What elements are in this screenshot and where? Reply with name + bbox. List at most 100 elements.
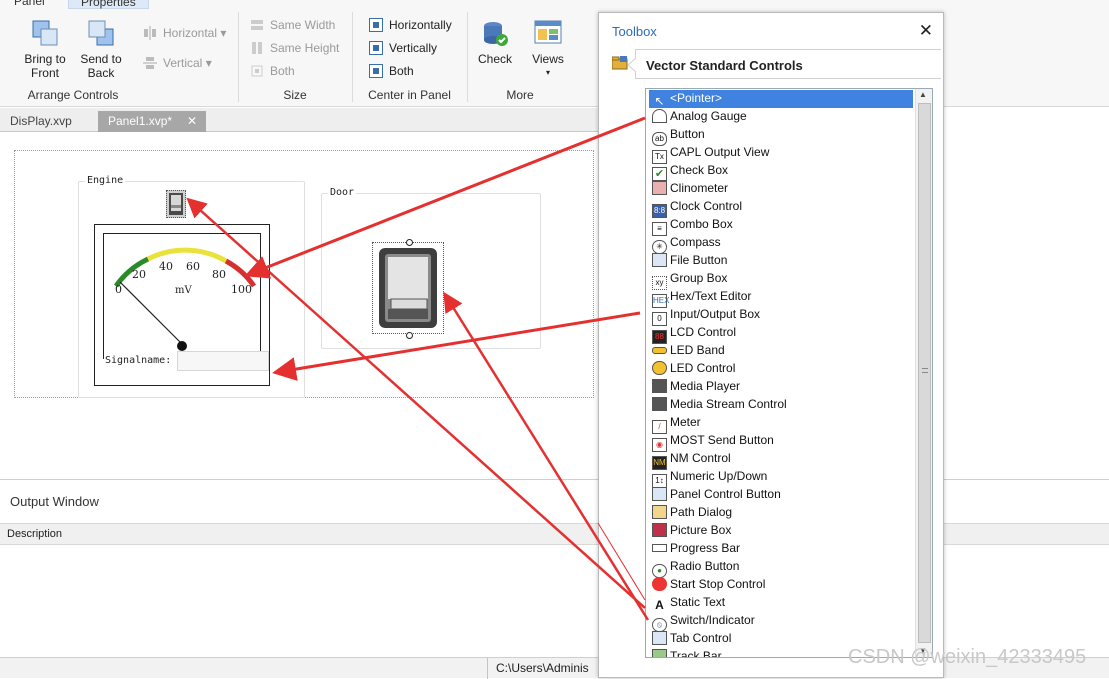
list-item-button[interactable]: ab Button — [652, 126, 705, 146]
start-stop-icon — [652, 577, 667, 591]
track-bar-icon — [652, 649, 667, 657]
list-item-label: Media Stream Control — [670, 397, 787, 411]
resize-handle[interactable] — [406, 239, 413, 246]
check-icon — [484, 22, 508, 46]
list-item-tab-control[interactable]: Tab Control — [652, 630, 731, 648]
list-item-capl-output-view[interactable]: Tx CAPL Output View — [652, 144, 769, 164]
list-item-most-send-button[interactable]: ◉ MOST Send Button — [652, 432, 774, 452]
list-item-combo-box[interactable]: ≡ Combo Box — [652, 216, 733, 236]
panel-canvas[interactable]: Engine 0 20 40 60 80 100 mV Signalname: … — [14, 150, 594, 398]
list-item-compass[interactable]: ✳ Compass — [652, 234, 721, 254]
list-item-radio-button[interactable]: ● Radio Button — [652, 558, 739, 578]
tab-panel1-xvp[interactable]: Panel1.xvp* ✕ — [98, 111, 206, 132]
tab-panel[interactable]: Panel — [2, 0, 57, 9]
list-item-pointer[interactable]: ↖ <Pointer> — [649, 90, 913, 108]
same-both-label: Both — [270, 64, 295, 78]
door-group-label: Door — [328, 187, 357, 198]
list-item-label: Static Text — [670, 595, 726, 609]
list-item-path-dialog[interactable]: Path Dialog — [652, 504, 732, 522]
list-item-check-box[interactable]: ✔ Check Box — [652, 162, 728, 181]
bring-to-front-button[interactable]: Bring to Front — [20, 18, 70, 80]
scrollbar-thumb[interactable] — [918, 103, 931, 643]
list-item-media-player[interactable]: Media Player — [652, 378, 740, 396]
media-stream-icon — [652, 397, 667, 411]
list-item-input-output-box[interactable]: 0 Input/Output Box — [652, 306, 760, 326]
switch-indicator-icon — [379, 248, 437, 328]
status-divider — [487, 658, 488, 679]
document-tabs: DisPlay.xvp Panel1.xvp* ✕ — [0, 108, 600, 132]
list-item-start-stop-control[interactable]: Start Stop Control — [652, 576, 765, 594]
list-item-meter[interactable]: / Meter — [652, 414, 701, 434]
list-item-label: Picture Box — [670, 523, 732, 537]
list-item-group-box[interactable]: xy Group Box — [652, 270, 728, 290]
center-horizontally-button[interactable]: Horizontally — [369, 16, 452, 34]
list-item-media-stream-control[interactable]: Media Stream Control — [652, 396, 787, 414]
engine-group-box[interactable]: Engine 0 20 40 60 80 100 mV Signalname: — [78, 175, 305, 398]
analog-gauge-icon — [652, 109, 667, 123]
list-item-analog-gauge[interactable]: Analog Gauge — [652, 108, 747, 126]
same-width-button[interactable]: Same Width — [250, 16, 335, 34]
category-folder-icon[interactable] — [611, 56, 628, 70]
horizontal-align-button[interactable]: Horizontal ▾ — [143, 24, 226, 42]
toolbox-control-list[interactable]: ↖ <Pointer> Analog Gauge ab Button Tx CAPL … — [645, 88, 933, 658]
file-button-icon — [652, 253, 667, 267]
more-label: More — [506, 88, 534, 102]
tab-properties[interactable]: Properties — [68, 0, 149, 9]
tab-display-xvp[interactable]: DisPlay.xvp — [0, 111, 82, 132]
list-item-label: Analog Gauge — [670, 109, 747, 123]
list-item-nm-control[interactable]: NM NM Control — [652, 450, 731, 470]
description-header-label: Description — [7, 528, 63, 540]
output-window-title: Output Window — [10, 494, 99, 509]
list-item-clock-control[interactable]: 8:8 Clock Control — [652, 198, 743, 218]
list-item-progress-bar[interactable]: Progress Bar — [652, 540, 740, 558]
list-item-clinometer[interactable]: Clinometer — [652, 180, 728, 198]
center-horizontal-icon — [369, 18, 383, 32]
toolbox-category-header[interactable]: Vector Standard Controls — [628, 49, 941, 79]
list-item-static-text[interactable]: A Static Text — [652, 594, 726, 613]
list-item-hex-text-editor[interactable]: HEXHex/Text Editor — [652, 288, 751, 308]
list-item-label: Group Box — [670, 271, 728, 285]
list-item-label: LCD Control — [670, 325, 737, 339]
check-label: Check — [477, 52, 512, 66]
views-button[interactable]: Views ▾ — [526, 18, 570, 80]
send-to-back-button[interactable]: Send to Back — [76, 18, 126, 80]
signal-name-field[interactable] — [177, 351, 269, 371]
list-item-label: <Pointer> — [670, 91, 723, 105]
align-horizontal-icon — [143, 26, 157, 40]
center-both-button[interactable]: Both — [369, 62, 414, 80]
list-item-label: File Button — [670, 253, 728, 267]
list-item-led-control[interactable]: LED Control — [652, 360, 735, 378]
grip-icon — [922, 368, 928, 373]
status-path: C:\Users\Adminis — [496, 661, 589, 675]
list-item-switch-indicator[interactable]: ⦸ Switch/Indicator — [652, 612, 755, 632]
toolbox-scrollbar[interactable]: ▲ ▼ — [915, 89, 932, 657]
gauge-dial-icon — [113, 247, 257, 351]
list-item-label: Numeric Up/Down — [670, 469, 768, 483]
list-item-label: Track Bar — [670, 649, 722, 658]
door-group-box[interactable]: Door — [321, 187, 541, 349]
list-item-file-button[interactable]: File Button — [652, 252, 727, 270]
list-item-picture-box[interactable]: Picture Box — [652, 522, 731, 540]
engine-switch[interactable] — [166, 190, 186, 218]
analog-gauge[interactable]: 0 20 40 60 80 100 mV Signalname: — [94, 224, 270, 386]
engine-group-label: Engine — [85, 175, 126, 186]
list-item-numeric-up-down[interactable]: 1↕ Numeric Up/Down — [652, 468, 768, 488]
list-item-panel-control-button[interactable]: Panel Control Button — [652, 486, 781, 504]
list-item-led-band[interactable]: LED Band — [652, 342, 725, 360]
vertical-align-button[interactable]: Vertical ▾ — [143, 54, 212, 72]
same-both-button[interactable]: Both — [250, 62, 295, 80]
media-player-icon — [652, 379, 667, 393]
resize-handle[interactable] — [406, 332, 413, 339]
list-item-track-bar[interactable]: Track Bar — [652, 648, 722, 658]
toolbox-close-icon[interactable]: ✕ — [919, 21, 933, 41]
door-switch[interactable] — [372, 239, 444, 339]
close-tab-icon[interactable]: ✕ — [187, 111, 197, 132]
check-button[interactable]: Check — [474, 18, 516, 66]
center-both-label: Both — [389, 64, 414, 78]
list-item-label: Clock Control — [670, 199, 743, 213]
scroll-up-icon[interactable]: ▲ — [919, 90, 927, 99]
center-both-icon — [369, 64, 383, 78]
center-vertically-button[interactable]: Vertically — [369, 39, 437, 57]
same-height-button[interactable]: Same Height — [250, 39, 339, 57]
list-item-lcd-control[interactable]: 88 LCD Control — [652, 324, 737, 344]
